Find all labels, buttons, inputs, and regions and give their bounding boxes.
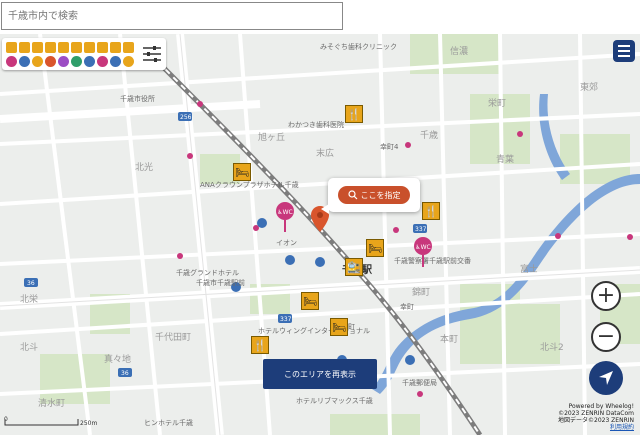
map-label: 千代田町: [155, 333, 192, 343]
map-label: 本町: [440, 335, 459, 345]
nursing-room-filter-icon[interactable]: [58, 56, 69, 67]
restaurant-icon[interactable]: 🍴: [345, 105, 363, 123]
map-label: 旭ヶ丘: [258, 133, 286, 143]
hotel-icon[interactable]: 🛏: [301, 292, 319, 310]
map-label: 千歳市千歳駅前: [196, 279, 245, 287]
menu-button[interactable]: [613, 40, 635, 62]
set-here-label: ここを指定: [360, 190, 401, 200]
map-label: 青葉: [496, 155, 515, 165]
svg-text:36: 36: [27, 280, 35, 287]
hospital-filter-icon[interactable]: [97, 56, 108, 67]
map-label: 千歳市役所: [120, 95, 155, 103]
map-label: 千歳: [420, 131, 439, 141]
search-input[interactable]: [1, 2, 343, 30]
map-label: 錦町: [412, 288, 431, 298]
set-location-popup: ここを指定: [321, 178, 420, 214]
station-icon[interactable]: 🚉: [345, 258, 363, 276]
hotel-icon[interactable]: 🛏: [233, 163, 251, 181]
svg-text:♿WC: ♿WC: [277, 209, 293, 216]
scale-line-icon: [4, 419, 79, 426]
map-label: ヒンホテル千歳: [144, 419, 193, 427]
restaurant-filter-icon[interactable]: [6, 42, 17, 53]
hotel-icon[interactable]: 🛏: [366, 239, 384, 257]
map-label: 北斗2: [540, 343, 564, 353]
hotel-icon[interactable]: 🛏: [330, 318, 348, 336]
filter-settings-icon[interactable]: [142, 45, 162, 63]
restaurant-icon[interactable]: 🍴: [422, 202, 440, 220]
plus-icon: +: [596, 283, 616, 308]
map-label: 北光: [135, 163, 154, 173]
set-here-button[interactable]: ここを指定: [338, 186, 410, 204]
map-label: 北栄: [20, 295, 39, 305]
map-label: 千歳グランドホテル: [176, 269, 239, 277]
filter-row-top: [6, 42, 136, 53]
svg-text:337: 337: [280, 316, 292, 323]
shop-filter-icon[interactable]: [32, 42, 43, 53]
map-label: 千歳郵便局: [402, 379, 437, 387]
map-label: 栄町: [488, 99, 507, 109]
map-attribution: Powered by Wheelog! ©2023 ZENRIN DataCom…: [558, 403, 634, 431]
map-label: わかつき歯科医院: [288, 121, 344, 129]
filter-row-bottom: [6, 56, 136, 67]
minus-icon: −: [596, 324, 616, 349]
charging-filter-icon[interactable]: [71, 56, 82, 67]
facility-filter-panel[interactable]: [2, 38, 166, 70]
map-label: 真々地: [104, 355, 132, 365]
museum-filter-icon[interactable]: [71, 42, 82, 53]
svg-text:256: 256: [180, 114, 192, 121]
menu-line: [618, 50, 630, 52]
rest-area-filter-icon[interactable]: [84, 56, 95, 67]
scale-zero-label: 0: [4, 416, 8, 423]
menu-line: [618, 55, 630, 57]
map-canvas[interactable]: 256 36 36 337 337 みそぐち歯科クリニック わかつき歯科医院 A…: [0, 34, 640, 435]
redisplay-area-button[interactable]: このエリアを再表示: [263, 359, 377, 389]
svg-text:36: 36: [121, 370, 129, 377]
terms-link[interactable]: 利用規約: [558, 424, 634, 431]
station-filter-icon[interactable]: [110, 56, 121, 67]
map-label: 富士: [520, 265, 539, 275]
current-location-button[interactable]: [589, 361, 623, 395]
map-label: 北斗: [20, 343, 39, 353]
top-bar: [0, 0, 640, 34]
zoom-search-icon: [347, 190, 357, 200]
scale-distance-label: 250m: [80, 420, 98, 427]
menu-line: [618, 45, 630, 47]
zoom-out-button[interactable]: −: [591, 322, 621, 352]
slope-filter-icon[interactable]: [45, 56, 56, 67]
map-label: ANAクラウンプラザホテル千歳: [200, 181, 299, 189]
toilet-filter-icon[interactable]: [6, 56, 17, 67]
zenrin-datacom-text: ©2023 ZENRIN DataCom: [558, 410, 634, 417]
sightseeing-filter-icon[interactable]: [123, 42, 134, 53]
other-filter-icon[interactable]: [123, 56, 134, 67]
map-label: 千歳警察署千歳駅前交番: [394, 257, 471, 265]
map-label: 信濃: [450, 47, 469, 57]
map-label: みそぐち歯科クリニック: [320, 43, 397, 51]
powered-by-text: Powered by Wheelog!: [568, 403, 634, 410]
map-label: 清水町: [38, 399, 66, 409]
parking-filter-icon[interactable]: [19, 56, 30, 67]
scale-bar: 0 250m: [4, 416, 98, 427]
map-label: ホテルリブマックス千歳: [296, 397, 373, 405]
svg-text:♿WC: ♿WC: [415, 244, 431, 251]
wheelchair-filter-icon[interactable]: [58, 42, 69, 53]
map-label: 末広: [316, 149, 335, 159]
activity-filter-icon[interactable]: [84, 42, 95, 53]
toilet-icon[interactable]: ♿WC: [276, 202, 294, 232]
map-label: 幸町4: [380, 143, 399, 151]
svg-text:337: 337: [415, 226, 427, 233]
bus-filter-icon[interactable]: [45, 42, 56, 53]
map-label: 東郊: [580, 83, 599, 93]
zoom-in-button[interactable]: +: [591, 281, 621, 311]
map-label: イオン: [276, 239, 297, 247]
elevator-filter-icon[interactable]: [32, 56, 43, 67]
map-label: 幸町: [400, 303, 414, 311]
map-data-text: 地図データ©2023 ZENRIN: [558, 417, 634, 424]
cafe-filter-icon[interactable]: [19, 42, 30, 53]
hotel-filter-icon[interactable]: [97, 42, 108, 53]
toilet-icon[interactable]: ♿WC: [414, 237, 432, 267]
navigation-arrow-icon: [599, 371, 613, 385]
restaurant-icon[interactable]: 🍴: [251, 336, 269, 354]
leisure-filter-icon[interactable]: [110, 42, 121, 53]
